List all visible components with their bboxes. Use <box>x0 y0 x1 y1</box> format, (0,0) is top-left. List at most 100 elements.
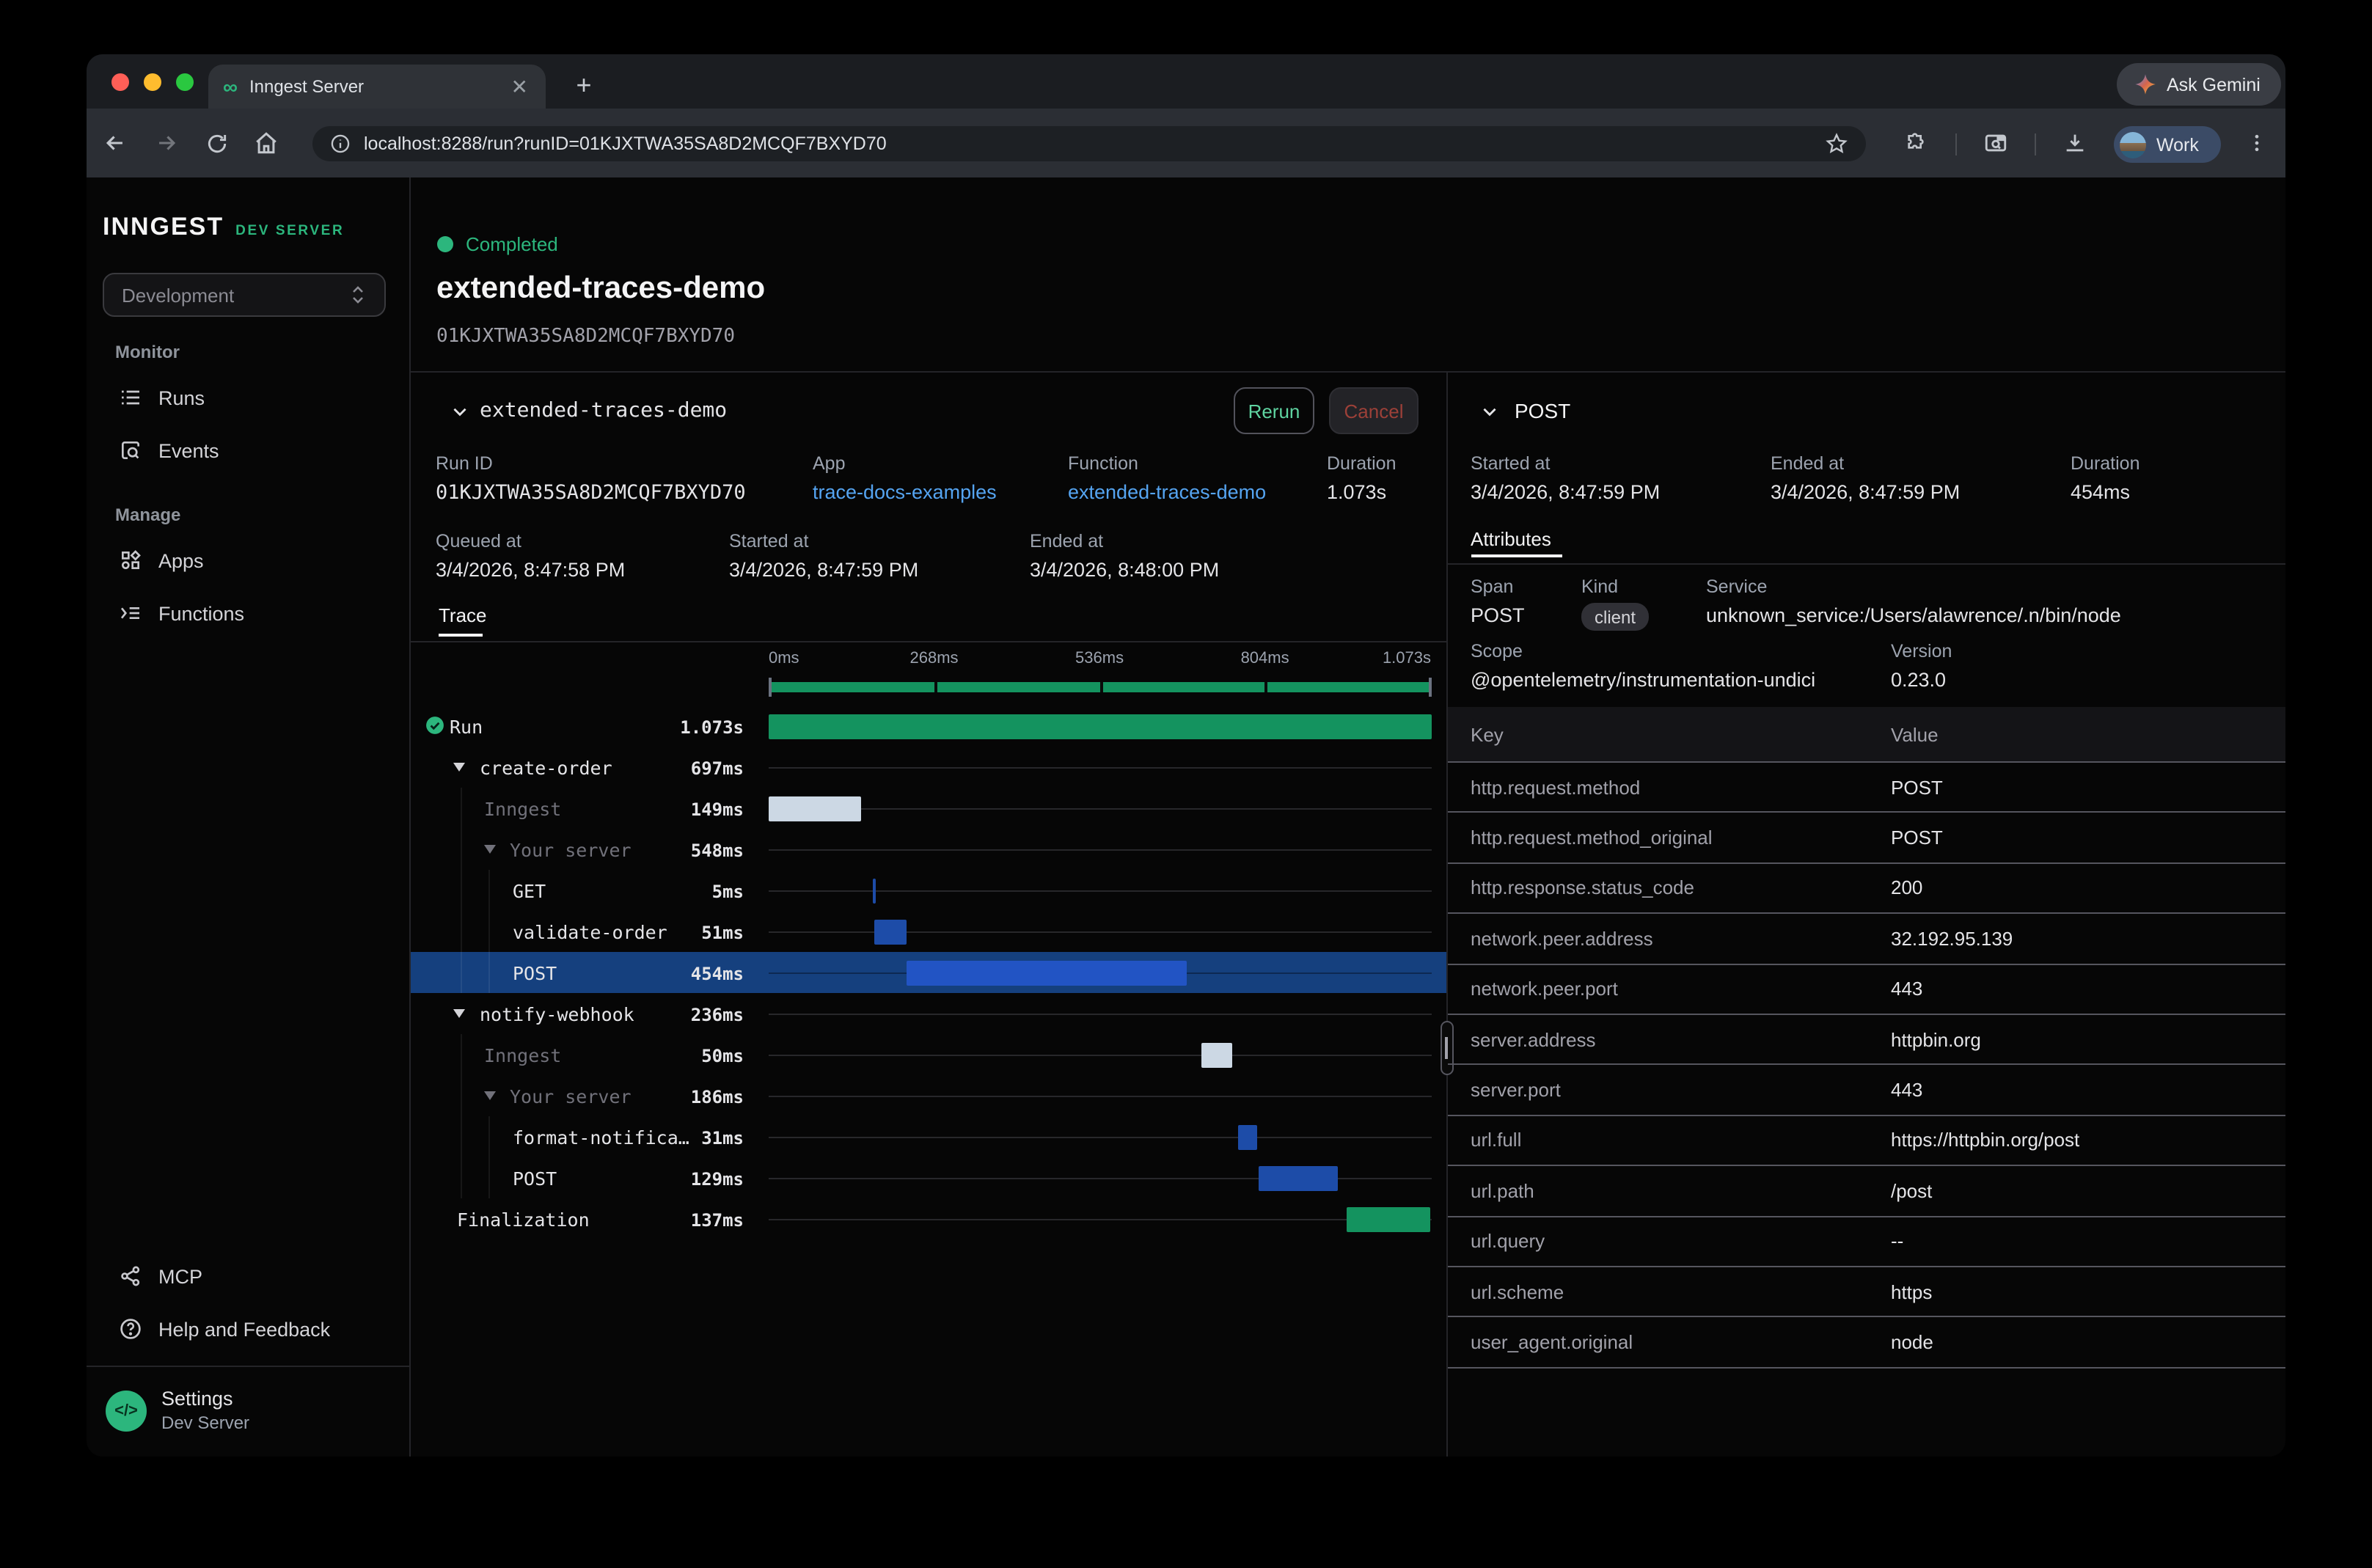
run-id: 01KJXTWA35SA8D2MCQF7BXYD70 <box>436 326 735 348</box>
trace-section-title[interactable]: extended-traces-demo <box>480 399 727 422</box>
sidebar-item-events[interactable]: Events <box>87 424 409 477</box>
trace-row-inngest[interactable]: Inngest149ms <box>410 788 1446 829</box>
macos-zoom-button[interactable] <box>176 73 194 91</box>
sidebar-item-help-and-feedback[interactable]: Help and Feedback <box>87 1303 409 1355</box>
table-row: http.request.method_originalPOST <box>1447 813 2285 864</box>
rerun-button[interactable]: Rerun <box>1234 387 1314 434</box>
kind-badge: client <box>1581 603 1649 631</box>
trace-row-finalization[interactable]: Finalization137ms <box>410 1198 1446 1239</box>
scope-label: Scope <box>1471 641 1815 662</box>
span-bar[interactable] <box>1201 1042 1231 1067</box>
table-row: url.path/post <box>1447 1166 2285 1217</box>
meta-value: 3/4/2026, 8:47:59 PM <box>729 559 918 581</box>
trace-row-inngest[interactable]: Inngest50ms <box>410 1034 1446 1075</box>
trace-row-post[interactable]: POST129ms <box>410 1157 1446 1198</box>
table-row: url.query-- <box>1447 1217 2285 1267</box>
ask-gemini-button[interactable]: Ask Gemini <box>2117 63 2281 106</box>
timeline-minimap[interactable] <box>769 678 1431 697</box>
span-bar[interactable] <box>872 878 876 903</box>
forward-icon[interactable] <box>141 109 191 177</box>
share-icon <box>119 1264 142 1288</box>
download-icon[interactable] <box>2049 109 2099 177</box>
timeline-baseline <box>769 1136 1431 1137</box>
trace-row-run[interactable]: Run1.073s <box>410 706 1446 747</box>
tab-search-icon[interactable] <box>1970 109 2020 177</box>
trace-row-notify-webhook[interactable]: notify-webhook236ms <box>410 993 1446 1034</box>
macos-close-button[interactable] <box>111 73 129 91</box>
meta-value: 3/4/2026, 8:47:58 PM <box>436 559 625 581</box>
tab-trace[interactable]: Trace <box>439 604 487 626</box>
trace-row-your-server[interactable]: Your server548ms <box>410 829 1446 870</box>
profile-button[interactable]: Work <box>2114 126 2221 163</box>
sidebar-item-runs[interactable]: Runs <box>87 371 409 424</box>
span-bar[interactable] <box>875 919 907 944</box>
sidebar-section-label: Manage <box>87 505 409 525</box>
settings-subtitle: Dev Server <box>161 1413 249 1433</box>
sidebar-item-apps[interactable]: Apps <box>87 534 409 587</box>
timeline-baseline <box>769 1013 1431 1014</box>
span-bar[interactable] <box>1238 1124 1257 1149</box>
sidebar-item-mcp[interactable]: MCP <box>87 1250 409 1303</box>
sidebar-item-settings[interactable]: </> Settings Dev Server <box>106 1388 249 1433</box>
span-bar[interactable] <box>1347 1206 1431 1231</box>
span-bar[interactable] <box>769 714 1431 739</box>
code-icon: </> <box>106 1390 147 1431</box>
trace-row-format-notifica-[interactable]: format-notifica…31ms <box>410 1116 1446 1157</box>
collapse-chevron-icon[interactable] <box>450 402 469 421</box>
trace-row-your-server[interactable]: Your server186ms <box>410 1075 1446 1116</box>
reload-icon[interactable] <box>192 109 242 177</box>
tab-attributes[interactable]: Attributes <box>1471 528 1551 550</box>
environment-select[interactable]: Development <box>103 273 386 317</box>
axis-tick: 268ms <box>910 650 959 667</box>
span-bar[interactable] <box>1259 1165 1339 1190</box>
macos-minimize-button[interactable] <box>144 73 161 91</box>
extensions-icon[interactable] <box>1891 109 1941 177</box>
sidebar: INNGEST DEV SERVER Development MonitorRu… <box>87 177 410 1457</box>
meta-label: Function <box>1068 453 1266 474</box>
span-bar[interactable] <box>769 796 860 821</box>
back-icon[interactable] <box>89 109 139 177</box>
url-text[interactable]: localhost:8288/run?runID=01KJXTWA35SA8D2… <box>364 133 1812 154</box>
bookmark-star-icon[interactable] <box>1825 132 1848 155</box>
trace-row-get[interactable]: GET5ms <box>410 870 1446 911</box>
meta-value: 3/4/2026, 8:47:59 PM <box>1771 481 1960 503</box>
timeline-baseline <box>769 1218 1431 1220</box>
trace-row-validate-order[interactable]: validate-order51ms <box>410 911 1446 952</box>
browser-tab[interactable]: ∞ Inngest Server ✕ <box>208 65 546 109</box>
trace-row-post[interactable]: POST454ms <box>410 952 1446 993</box>
inngest-logo: INNGEST <box>103 213 224 242</box>
attr-key: url.query <box>1471 1230 1545 1252</box>
meta-value: 01KJXTWA35SA8D2MCQF7BXYD70 <box>436 481 746 505</box>
attr-value: /post <box>1891 1180 1932 1202</box>
collapse-chevron-icon[interactable] <box>1479 402 1498 421</box>
meta-value-link[interactable]: trace-docs-examples <box>813 481 997 503</box>
site-info-icon[interactable] <box>330 133 351 154</box>
browser-menu-icon[interactable] <box>2231 109 2281 177</box>
home-icon[interactable] <box>241 109 290 177</box>
kind-label: Kind <box>1581 576 1649 597</box>
table-row: network.peer.port443 <box>1447 964 2285 1015</box>
span-name-value: POST <box>1471 604 1525 626</box>
attr-value: POST <box>1891 827 1943 849</box>
address-bar[interactable]: localhost:8288/run?runID=01KJXTWA35SA8D2… <box>312 126 1866 161</box>
attr-key: url.scheme <box>1471 1281 1564 1303</box>
gemini-icon <box>2134 73 2156 95</box>
table-row: server.addresshttpbin.org <box>1447 1015 2285 1066</box>
attr-key: http.request.method <box>1471 776 1640 798</box>
span-duration: 1.073s <box>410 717 744 737</box>
attr-value: POST <box>1891 776 1943 798</box>
sidebar-item-functions[interactable]: Functions <box>87 587 409 640</box>
attr-value: https <box>1891 1281 1932 1303</box>
tab-attributes-underline <box>1471 554 1562 557</box>
status-dot-icon <box>436 236 453 252</box>
tab-close-icon[interactable]: ✕ <box>508 74 531 99</box>
attr-value: 32.192.95.139 <box>1891 928 2013 950</box>
span-duration: 31ms <box>410 1127 744 1148</box>
minimap-divider <box>934 682 937 692</box>
span-bar[interactable] <box>907 960 1187 985</box>
new-tab-button[interactable]: + <box>565 67 603 106</box>
meta-value-link[interactable]: extended-traces-demo <box>1068 481 1266 503</box>
span-detail-panel: POST Started at3/4/2026, 8:47:59 PMEnded… <box>1447 373 2285 1457</box>
trace-row-create-order[interactable]: create-order697ms <box>410 747 1446 788</box>
cancel-button[interactable]: Cancel <box>1329 387 1419 434</box>
